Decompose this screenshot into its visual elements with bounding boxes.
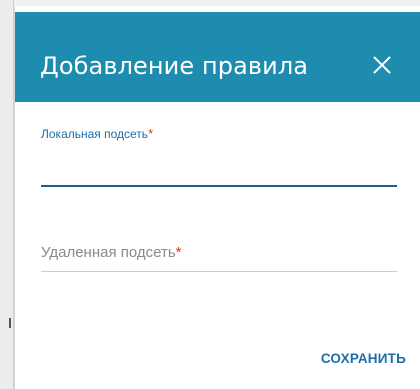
remote-subnet-label[interactable]: Удаленная подсеть* <box>41 244 397 261</box>
required-mark: * <box>175 244 182 261</box>
local-subnet-input[interactable] <box>41 157 397 185</box>
dialog-header: Добавление правила <box>15 12 420 102</box>
local-subnet-label-text: Локальная подсеть <box>41 127 149 141</box>
remote-subnet-underline <box>41 271 397 272</box>
save-button[interactable]: СОХРАНИТЬ <box>321 351 406 366</box>
local-subnet-underline <box>41 185 397 187</box>
background-edge-mark <box>9 318 11 328</box>
required-mark: * <box>148 126 154 141</box>
remote-subnet-spacer <box>41 261 397 271</box>
local-subnet-label: Локальная подсеть* <box>41 126 397 141</box>
local-subnet-field: Локальная подсеть* <box>41 126 397 187</box>
close-button[interactable] <box>369 52 395 78</box>
remote-subnet-field: Удаленная подсеть* <box>41 244 397 272</box>
background-panel <box>0 0 14 389</box>
remote-subnet-label-text: Удаленная подсеть <box>41 244 176 261</box>
add-rule-dialog: Добавление правила Локальная подсеть* Уд… <box>14 6 420 389</box>
dialog-title: Добавление правила <box>40 52 309 80</box>
close-icon <box>373 56 391 74</box>
